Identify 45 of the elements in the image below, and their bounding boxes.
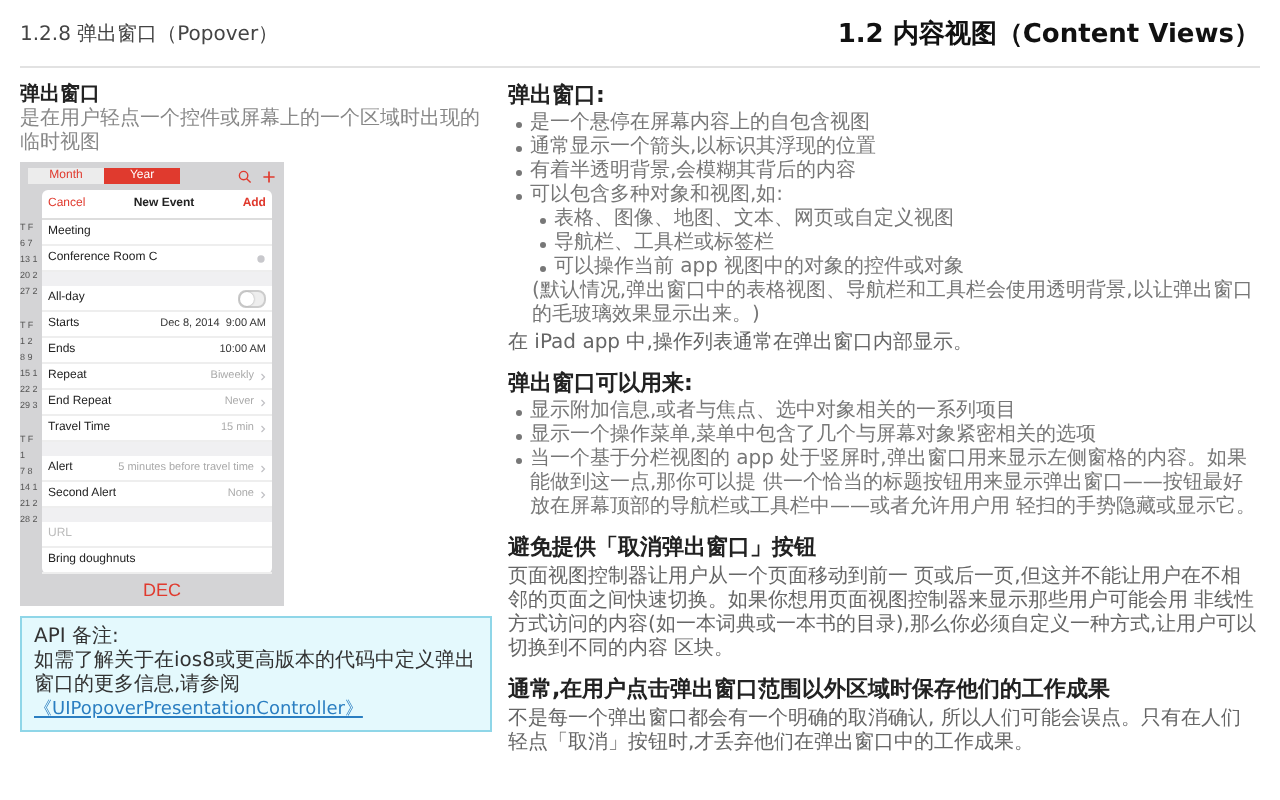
bullet-icon xyxy=(516,410,522,416)
bullet-icon xyxy=(516,434,522,440)
popover-title: 弹出窗口 xyxy=(20,81,102,107)
bullet-icon xyxy=(516,194,522,200)
api-link[interactable]: 《UIPopoverPresentationController》 xyxy=(34,700,363,720)
chevron-icon xyxy=(260,463,266,473)
note-text: (默认情况,弹出窗口中的表格视图、导航栏和工具栏会使用透明背景,以让弹出窗口的毛玻璃效果显示出来。) xyxy=(532,280,1255,328)
search-icon[interactable] xyxy=(238,169,252,183)
bullet-text: 可以操作当前 app 视图中的对象的控件或对象 xyxy=(554,256,965,279)
section-heading: 避免提供「取消弹出窗口」按钮 xyxy=(508,532,818,562)
bullet-text: 有着半透明背景,会模糊其背后的内容 xyxy=(530,160,857,183)
paragraph-text: 页面视图控制器让用户从一个页面移动到前一 页或后一页,但这并不能让用户在不相邻的页面之间快速切换。如果你想用页面视图控制器来显示那些用户可能会用 非线性方式访问的内容(如一本词典或一本书的目录),那么你必须自定义一种方式,让用户可以切换到不同的内容 区块。 xyxy=(508,566,1259,662)
bullet-icon xyxy=(516,170,522,176)
bullet-icon xyxy=(516,146,522,152)
bullet-icon xyxy=(540,266,546,272)
paragraph-text: 不是每一个弹出窗口都会有一个明确的取消确认, 所以人们可能会误点。只有在人们轻点「取消」按钮时,才丢弃他们在弹出窗口中的工作成果。 xyxy=(508,708,1243,756)
bullet-text: 显示一个操作菜单,菜单中包含了几个与屏幕对象紧密相关的选项 xyxy=(530,424,1097,447)
bullet-text: 显示附加信息,或者与焦点、选中对象相关的一系列项目 xyxy=(530,400,1017,423)
section-heading: 弹出窗口可以用来: xyxy=(508,368,695,398)
location-icon[interactable] xyxy=(256,253,266,263)
bullet-text: 可以包含多种对象和视图,如: xyxy=(530,184,784,207)
chevron-icon xyxy=(260,371,266,381)
popover-description: 是在用户轻点一个控件或屏幕上的一个区域时出现的临时视图 xyxy=(20,108,482,154)
bullet-icon xyxy=(540,218,546,224)
bullet-text: 表格、图像、地图、文本、网页或自定义视图 xyxy=(554,208,954,231)
bullet-text: 导航栏、工具栏或标签栏 xyxy=(554,232,774,255)
chevron-icon xyxy=(260,489,266,499)
bullet-text: 当一个基于分栏视图的 app 处于竖屏时,弹出窗口用来显示左侧窗格的内容。如果能做到这一点,那你可以提 供一个恰当的标题按钮用来显示弹出窗口——按钮最好放在屏幕顶部的导航栏或工具栏中——或者允许用户用 轻扫的手势隐藏或显示它。 xyxy=(530,448,1259,520)
section-title: 1.2.8 弹出窗口（Popover） xyxy=(20,21,279,47)
section-heading: 弹出窗口: xyxy=(508,80,607,110)
toggle-switch[interactable] xyxy=(238,289,266,307)
api-note-text: 如需了解关于在ios8或更高版本的代码中定义弹出窗口的更多信息,请参阅 xyxy=(34,650,477,698)
bullet-icon xyxy=(516,122,522,128)
bullet-text: 通常显示一个箭头,以标识其浮现的位置 xyxy=(530,136,877,159)
bullet-icon xyxy=(540,242,546,248)
month-label: DEC xyxy=(140,578,183,604)
chevron-icon xyxy=(260,423,266,433)
bullet-icon xyxy=(516,458,522,464)
paragraph-text: 在 iPad app 中,操作列表通常在弹出窗口内部显示。 xyxy=(508,332,975,356)
bullet-text: 是一个悬停在屏幕内容上的自包含视图 xyxy=(530,112,870,135)
api-note-label: API 备注: xyxy=(34,626,121,649)
plus-icon[interactable] xyxy=(262,169,276,183)
section-heading: 通常,在用户点击弹出窗口范围以外区域时保存他们的工作成果 xyxy=(508,674,1113,704)
chevron-icon xyxy=(260,397,266,407)
chapter-title: 1.2 内容视图（Content Views） xyxy=(837,17,1260,51)
